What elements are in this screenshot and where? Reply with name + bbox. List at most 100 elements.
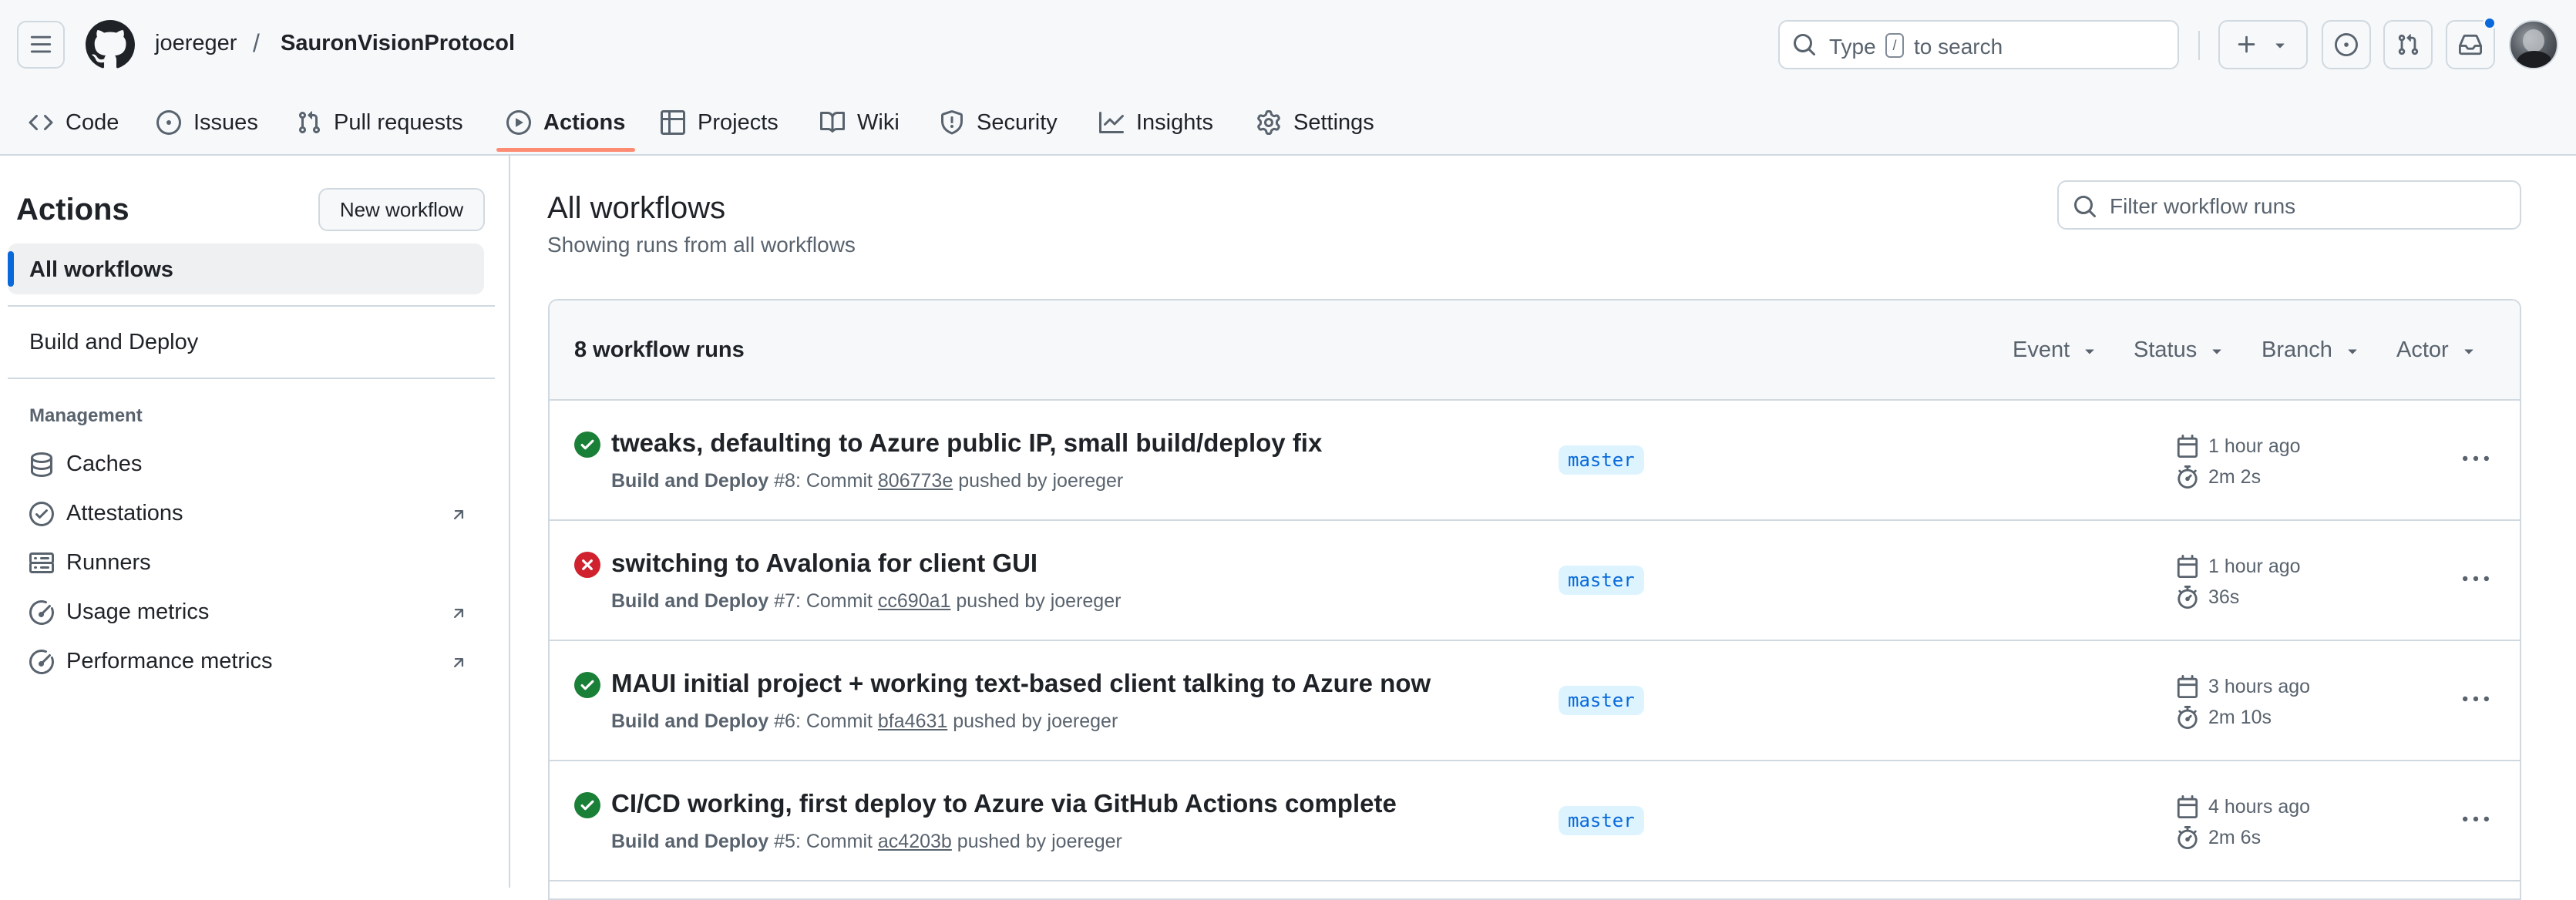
- stopwatch-icon: [2177, 706, 2198, 729]
- branch-badge[interactable]: master: [1559, 686, 1644, 715]
- run-number: #6: [774, 710, 795, 732]
- server-icon: [29, 552, 54, 573]
- triangle-down-icon: [2085, 349, 2094, 354]
- run-pushed-by: pushed by joereger: [958, 470, 1124, 492]
- run-number: #5: [774, 831, 795, 852]
- event-filter-dropdown[interactable]: Event: [2013, 338, 2099, 363]
- workflow-run-row[interactable]: switching to Avalonia for client GUI Bui…: [550, 521, 2520, 641]
- sidebar-item-performance-metrics[interactable]: Performance metrics: [29, 649, 273, 674]
- tab-insights[interactable]: Insights: [1099, 89, 1213, 156]
- run-title-link[interactable]: MAUI initial project + working text-base…: [611, 669, 1431, 698]
- run-workflow-name: Build and Deploy: [611, 831, 769, 852]
- run-workflow-name: Build and Deploy: [611, 710, 769, 732]
- run-commit-prefix: : Commit: [795, 470, 873, 492]
- sidebar-item-usage-metrics[interactable]: Usage metrics: [29, 599, 209, 625]
- hamburger-icon: [30, 35, 52, 53]
- sidebar-item-build-and-deploy[interactable]: Build and Deploy: [29, 330, 198, 355]
- run-title-link[interactable]: tweaks, defaulting to Azure public IP, s…: [611, 428, 1322, 458]
- branch-filter-dropdown[interactable]: Branch: [2262, 338, 2362, 363]
- run-options-button[interactable]: [2457, 804, 2494, 835]
- branch-badge[interactable]: master: [1559, 566, 1644, 595]
- run-timestamp: 1 hour ago: [2176, 555, 2301, 578]
- run-duration: 2m 6s: [2176, 826, 2261, 849]
- new-workflow-button[interactable]: New workflow: [318, 188, 485, 231]
- commit-sha-link[interactable]: bfa4631: [878, 710, 947, 732]
- commit-sha-link[interactable]: 806773e: [878, 470, 953, 492]
- calendar-icon: [2177, 435, 2198, 458]
- play-icon: [506, 110, 531, 135]
- github-logo-icon[interactable]: [86, 20, 135, 69]
- tab-security[interactable]: Security: [940, 89, 1058, 156]
- run-title-link[interactable]: switching to Avalonia for client GUI: [611, 549, 1037, 578]
- tab-projects[interactable]: Projects: [661, 89, 779, 156]
- status-filter-dropdown[interactable]: Status: [2134, 338, 2226, 363]
- breadcrumb-repo[interactable]: SauronVisionProtocol: [281, 31, 515, 56]
- run-options-button[interactable]: [2457, 564, 2494, 595]
- sidebar-item-label: Attestations: [66, 501, 183, 526]
- run-when: 1 hour ago: [2208, 555, 2301, 577]
- triangle-down-icon: [2348, 349, 2357, 354]
- workflow-run-row[interactable]: tweaks, defaulting to Azure public IP, s…: [550, 401, 2520, 521]
- run-options-button[interactable]: [2457, 684, 2494, 715]
- pull-request-icon: [2398, 34, 2419, 55]
- run-options-button[interactable]: [2457, 444, 2494, 475]
- workflow-runs-list: 8 workflow runs Event Status Branch Acto…: [548, 299, 2521, 900]
- search-input[interactable]: Type / to search: [1778, 20, 2179, 69]
- runs-list-header: 8 workflow runs Event Status Branch Acto…: [550, 301, 2520, 401]
- run-duration-value: 2m 6s: [2208, 826, 2262, 848]
- issue-icon: [156, 110, 181, 135]
- sidebar-item-caches[interactable]: Caches: [29, 452, 142, 477]
- commit-sha-link[interactable]: ac4203b: [878, 831, 952, 852]
- sidebar-item-all-workflows[interactable]: All workflows: [8, 243, 484, 294]
- create-new-button[interactable]: [2218, 20, 2308, 69]
- issue-icon: [2335, 33, 2358, 56]
- issues-button[interactable]: [2322, 20, 2371, 69]
- pull-requests-button[interactable]: [2383, 20, 2433, 69]
- sidebar-item-attestations[interactable]: Attestations: [29, 501, 183, 526]
- tab-settings[interactable]: Settings: [1256, 89, 1374, 156]
- run-commit-prefix: : Commit: [795, 710, 873, 732]
- selected-indicator: [8, 251, 14, 287]
- check-circle-fill-icon: [574, 432, 600, 458]
- workflow-run-row[interactable]: CI/CD working, first deploy to Azure via…: [550, 761, 2520, 882]
- tab-issues[interactable]: Issues: [156, 89, 258, 156]
- unread-indicator: [2483, 16, 2497, 30]
- shield-icon: [941, 110, 963, 135]
- branch-badge[interactable]: master: [1559, 445, 1644, 475]
- tab-actions[interactable]: Actions: [506, 89, 625, 156]
- stopwatch-icon: [2177, 826, 2198, 849]
- run-number: #7: [774, 590, 795, 612]
- breadcrumb-owner[interactable]: joereger: [155, 31, 237, 56]
- check-circle-fill-icon: [574, 792, 600, 818]
- tab-pull-requests[interactable]: Pull requests: [297, 89, 463, 156]
- filter-runs-input[interactable]: Filter workflow runs: [2057, 180, 2521, 230]
- stopwatch-icon: [2177, 465, 2198, 489]
- sidebar-item-runners[interactable]: Runners: [29, 550, 151, 576]
- table-icon: [661, 110, 685, 135]
- run-commit-prefix: : Commit: [795, 831, 873, 852]
- run-duration-value: 2m 2s: [2208, 465, 2262, 488]
- actions-sidebar: Actions New workflow All workflows Build…: [0, 156, 510, 888]
- commit-sha-link[interactable]: cc690a1: [878, 590, 951, 612]
- triangle-down-icon: [2212, 349, 2221, 354]
- user-avatar[interactable]: [2509, 20, 2558, 69]
- sidebar-item-label: Caches: [66, 452, 143, 476]
- tab-code[interactable]: Code: [29, 89, 119, 156]
- tab-wiki[interactable]: Wiki: [820, 89, 900, 156]
- actor-filter-dropdown[interactable]: Actor: [2396, 338, 2478, 363]
- meter-icon: [29, 599, 54, 625]
- menu-button[interactable]: [17, 21, 65, 69]
- triangle-down-icon: [2464, 349, 2473, 354]
- run-when: 1 hour ago: [2208, 435, 2301, 457]
- branch-badge[interactable]: master: [1559, 806, 1644, 835]
- search-icon: [2074, 196, 2097, 218]
- search-hint-rest: to search: [1914, 35, 2003, 59]
- sidebar-item-label: All workflows: [29, 257, 173, 282]
- dropdown-label: Status: [2134, 338, 2198, 362]
- triangle-down-icon: [2275, 43, 2285, 49]
- run-title-link[interactable]: CI/CD working, first deploy to Azure via…: [611, 789, 1397, 818]
- global-header: joereger / SauronVisionProtocol Type / t…: [0, 0, 2576, 156]
- workflow-run-row[interactable]: MAUI initial project + working text-base…: [550, 641, 2520, 761]
- page-subtitle: Showing runs from all workflows: [547, 233, 856, 257]
- run-meta: Build and Deploy #5: Commit ac4203b push…: [611, 831, 1122, 853]
